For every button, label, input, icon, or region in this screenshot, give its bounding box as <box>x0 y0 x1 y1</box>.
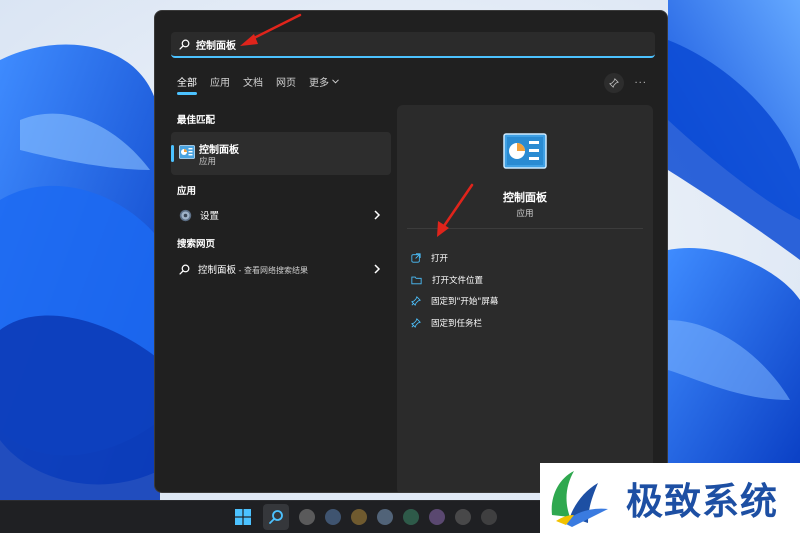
web-search-heading: 搜索网页 <box>177 239 216 250</box>
tab-all[interactable]: 全部 <box>177 74 197 95</box>
best-match-heading: 最佳匹配 <box>177 115 216 126</box>
taskbar-app-icon[interactable] <box>403 509 419 525</box>
pin-icon <box>609 78 620 88</box>
best-match-result[interactable]: 控制面板 应用 <box>171 132 391 175</box>
tab-apps[interactable]: 应用 <box>210 74 230 95</box>
detail-app-name: 控制面板 <box>503 191 547 204</box>
search-panel: 控制面板 全部 应用 文档 网页 更多 ··· 最佳匹配 控制面板 应用 应用 … <box>154 10 668 493</box>
chevron-right-icon[interactable] <box>373 263 381 275</box>
watermark-text: 极致系统 <box>626 481 778 522</box>
filter-tabs: 全部 应用 文档 网页 更多 <box>177 74 339 95</box>
detail-pane: 控制面板 应用 打开 打开文件位置 固定到"开始"屏幕 固定到任务栏 <box>397 105 653 492</box>
header-actions: ··· <box>604 73 647 93</box>
open-external-icon <box>411 253 421 263</box>
site-watermark: 极致系统 <box>540 463 800 533</box>
web-search-query: 控制面板 <box>198 265 237 276</box>
tab-documents[interactable]: 文档 <box>243 74 263 95</box>
action-pin-to-taskbar-label: 固定到任务栏 <box>431 319 483 329</box>
apps-heading: 应用 <box>177 186 197 197</box>
taskbar-app-icon[interactable] <box>455 509 471 525</box>
start-button[interactable] <box>233 507 253 527</box>
tab-more-label: 更多 <box>309 78 329 89</box>
taskbar-app-icon[interactable] <box>377 509 393 525</box>
folder-icon <box>411 276 422 285</box>
control-panel-icon <box>503 133 547 169</box>
control-panel-icon <box>179 145 195 159</box>
tab-more[interactable]: 更多 <box>309 74 339 95</box>
watermark-logo-icon <box>551 471 608 527</box>
pin-icon <box>411 296 421 306</box>
taskbar-icons <box>233 504 497 530</box>
web-search-label: 控制面板 - 查看网络搜索结果 <box>198 262 308 276</box>
taskbar-app-icon[interactable] <box>325 509 341 525</box>
detail-app-type: 应用 <box>516 209 534 219</box>
taskbar-app-icon[interactable] <box>481 509 497 525</box>
search-box[interactable]: 控制面板 <box>171 32 655 58</box>
action-open-file-location[interactable]: 打开文件位置 <box>411 272 483 288</box>
settings-result[interactable]: 设置 <box>171 203 391 227</box>
action-open-label: 打开 <box>431 254 449 264</box>
selection-indicator <box>171 145 174 162</box>
chevron-down-icon <box>332 79 339 84</box>
tab-web[interactable]: 网页 <box>276 74 296 95</box>
search-icon <box>269 510 283 524</box>
best-match-name: 控制面板 <box>199 145 239 156</box>
action-open-file-location-label: 打开文件位置 <box>432 276 484 286</box>
search-query-text: 控制面板 <box>196 40 236 52</box>
detail-divider <box>407 228 643 229</box>
taskbar-app-icon[interactable] <box>429 509 445 525</box>
action-open[interactable]: 打开 <box>411 250 448 266</box>
gear-icon <box>179 209 192 221</box>
chevron-right-icon[interactable] <box>373 209 381 221</box>
taskbar-app-icon[interactable] <box>299 509 315 525</box>
windows-logo-icon <box>235 509 251 525</box>
taskbar-app-icon[interactable] <box>351 509 367 525</box>
more-options-button[interactable]: ··· <box>634 78 647 89</box>
taskbar-search-button[interactable] <box>263 504 289 530</box>
account-button[interactable] <box>604 73 625 93</box>
web-search-suffix: - 查看网络搜索结果 <box>236 266 308 275</box>
action-pin-to-start-label: 固定到"开始"屏幕 <box>431 297 499 307</box>
settings-label: 设置 <box>200 211 220 222</box>
search-icon <box>179 39 190 50</box>
web-search-result[interactable]: 控制面板 - 查看网络搜索结果 <box>171 257 391 281</box>
best-match-type: 应用 <box>199 157 217 167</box>
action-pin-to-taskbar[interactable]: 固定到任务栏 <box>411 315 482 331</box>
action-pin-to-start[interactable]: 固定到"开始"屏幕 <box>411 293 498 309</box>
search-icon <box>179 264 190 275</box>
pin-icon <box>411 318 421 328</box>
